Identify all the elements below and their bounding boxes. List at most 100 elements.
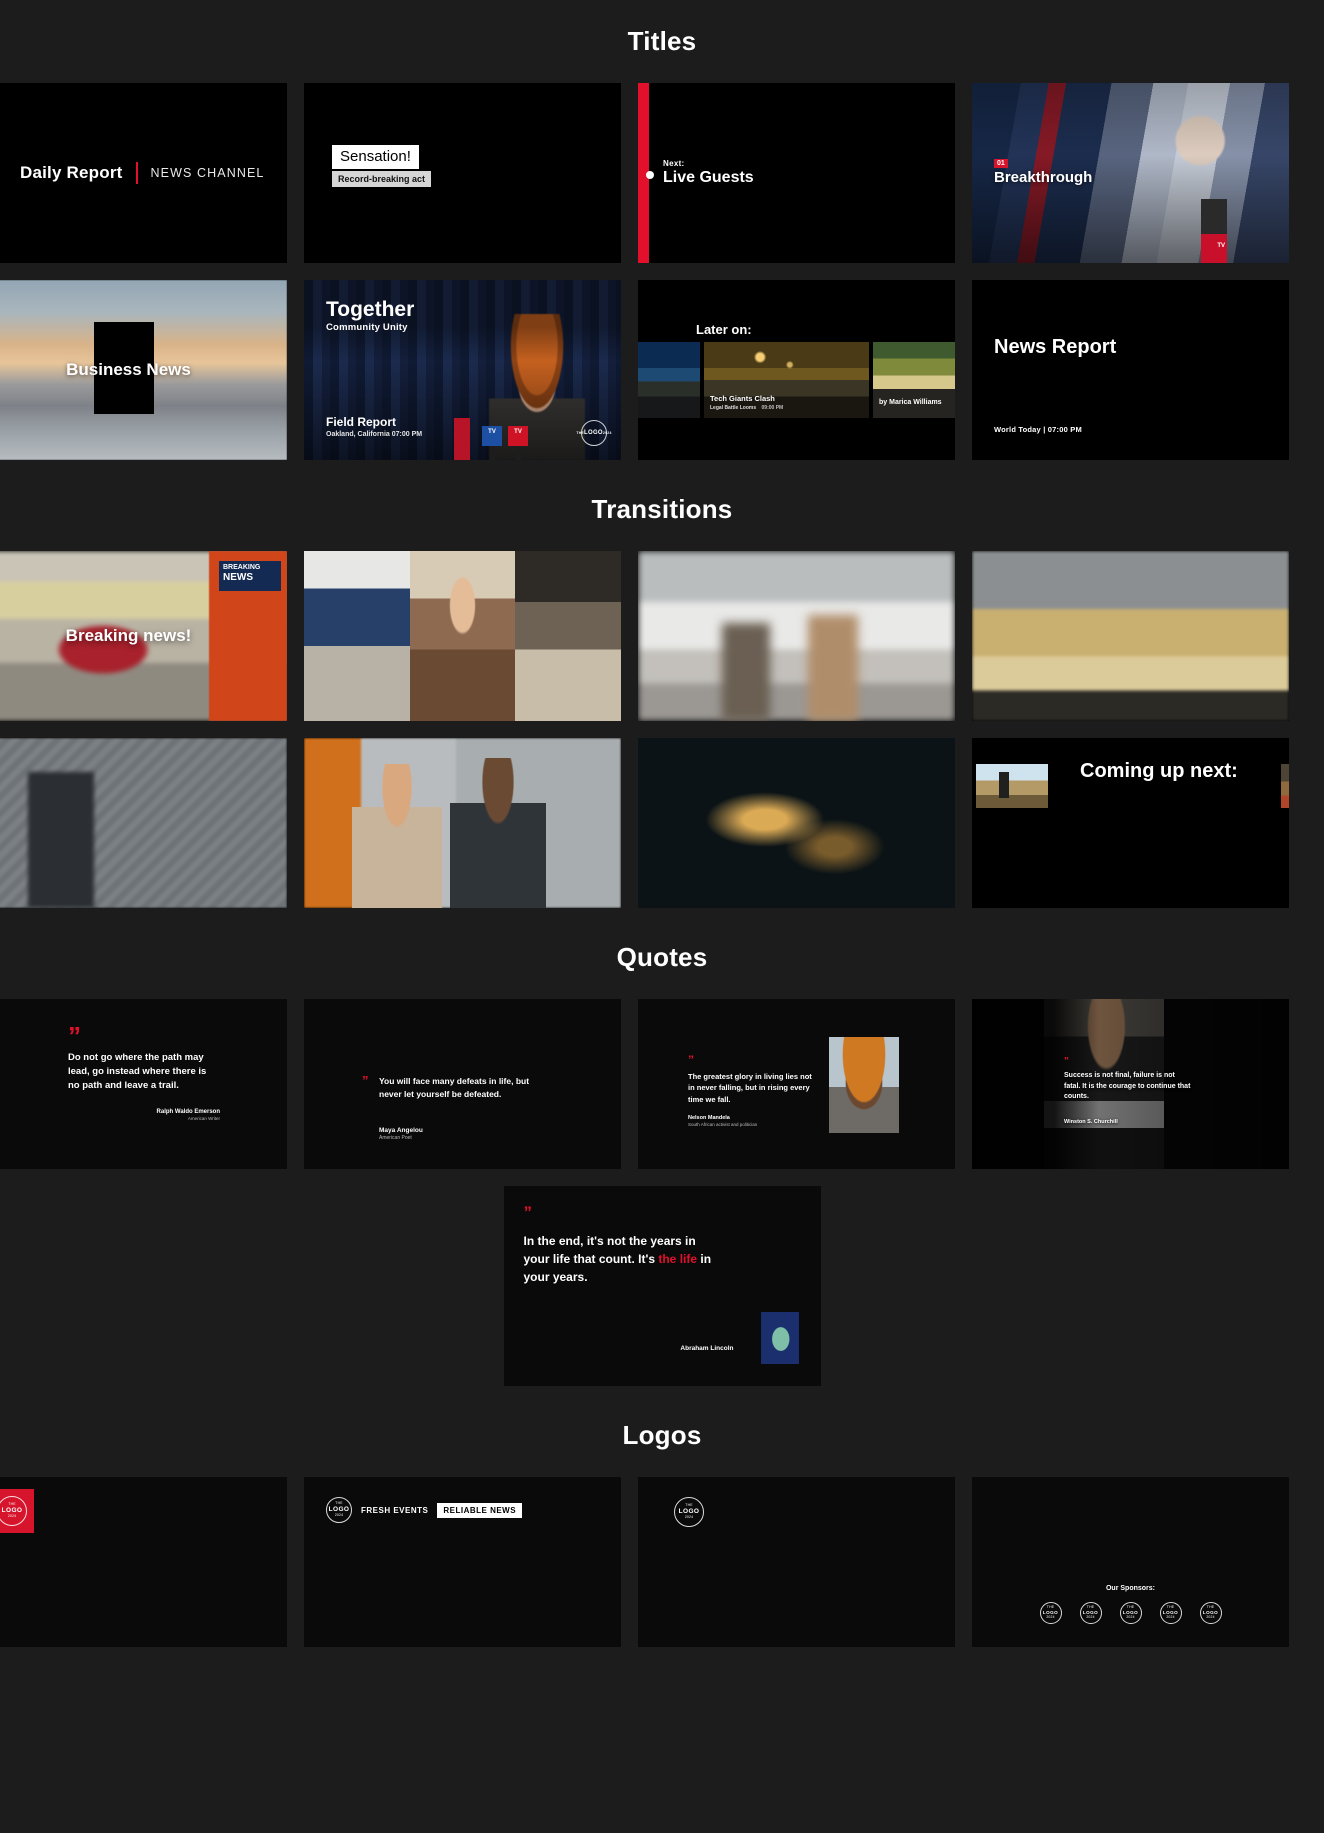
title-card-breakthrough[interactable]: TV 01 Breakthrough	[972, 83, 1289, 263]
transition-card-aerial-night[interactable]	[638, 738, 955, 908]
logo-mark-bottom: 2024	[334, 1513, 344, 1518]
news-report-title: News Report	[994, 336, 1117, 358]
together-footer: Field Report Oakland, California 07:00 P…	[326, 415, 422, 438]
quote-card-emerson[interactable]: ” Do not go where the path may lead, go …	[0, 999, 287, 1169]
logos-grid: THE LOGO 2024 THE LOGO 2024 FRESH EVENTS…	[0, 1477, 1324, 1647]
live-guests-title: Live Guests	[663, 169, 754, 186]
quote-role: South African activist and politician	[688, 1122, 758, 1127]
logo-badge-main: LOGO	[584, 430, 603, 436]
title-card-live-guests[interactable]: Next: Live Guests	[638, 83, 955, 263]
blurred-walking-photo	[638, 551, 955, 721]
logo-mark-bottom: 2024	[1126, 1615, 1135, 1620]
quotes-grid: ” Do not go where the path may lead, go …	[0, 999, 1324, 1169]
microphone-red-tv: TV	[508, 426, 528, 460]
quote-author: Nelson Mandela	[688, 1115, 730, 1121]
daily-report-main-text: Daily Report	[20, 163, 123, 182]
logo-card-centered-mark[interactable]: THE LOGO 2024	[638, 1477, 955, 1647]
logo-mark-bottom: 2024	[1046, 1615, 1055, 1620]
transition-card-city-blur[interactable]	[972, 551, 1289, 721]
title-card-together[interactable]: Together Community Unity TV TV Field Rep…	[304, 280, 621, 460]
bullet-dot-icon	[646, 171, 654, 179]
statue-of-liberty-photo	[760, 1312, 799, 1364]
transition-card-breaking-news[interactable]: BREAKING NEWS Breaking news!	[0, 551, 287, 721]
person-left	[352, 764, 442, 908]
red-divider-bar	[135, 162, 138, 184]
logo-mark-icon: THE LOGO 2024	[0, 1496, 27, 1526]
quote-card-angelou[interactable]: ” You will face many defeats in life, bu…	[304, 999, 621, 1169]
microphone-red	[454, 418, 470, 460]
daily-report-sub-text: NEWS CHANNEL	[150, 166, 265, 180]
quote-card-churchill[interactable]: ” Success is not final, failure is not f…	[972, 999, 1289, 1169]
silhouette-figure	[28, 772, 94, 908]
split-panel-left	[304, 551, 410, 721]
news-report-subtitle: World Today | 07:00 PM	[994, 425, 1082, 434]
transition-card-coming-up-next[interactable]: Coming up next:	[972, 738, 1289, 908]
titles-grid-row2: Business News Together Community Unity T…	[0, 280, 1324, 460]
mic-red-label: TV	[514, 429, 522, 435]
section-heading-titles: Titles	[627, 26, 697, 56]
business-news-title: Business News	[66, 360, 191, 379]
later-center-caption: Tech Giants Clash	[710, 394, 775, 403]
transition-card-blur-walk[interactable]	[638, 551, 955, 721]
microphone-blue-tv: TV	[482, 426, 502, 460]
later-right-caption: by Marica Williams	[879, 399, 942, 406]
quote-author: Maya Angelou	[379, 1127, 423, 1134]
breakthrough-title: Breakthrough	[994, 169, 1093, 186]
later-center-sub: Legal Battle Looms	[710, 405, 757, 411]
logo-card-fresh-events[interactable]: THE LOGO 2024 FRESH EVENTS RELIABLE NEWS	[304, 1477, 621, 1647]
breaking-news-text: Breaking news!	[65, 626, 192, 645]
logo-badge-icon: THE LOGO 2024	[576, 420, 611, 446]
later-thumb-right[interactable]: by Marica Williams	[873, 342, 955, 418]
logo-mark-icon: THE LOGO 2024	[674, 1497, 704, 1527]
van-badge-line2: NEWS	[223, 572, 253, 584]
quote-role: American Poet	[379, 1135, 412, 1141]
quote-card-lincoln[interactable]: ” In the end, it's not the years in your…	[503, 1186, 821, 1386]
sponsor-logo-icon: THE LOGO 2024	[1159, 1602, 1182, 1624]
logo-card-red-square[interactable]: THE LOGO 2024	[0, 1477, 287, 1647]
later-thumb-left[interactable]	[638, 342, 700, 418]
quote-author: Ralph Waldo Emerson	[156, 1109, 220, 1115]
logo-lockup-row: THE LOGO 2024 FRESH EVENTS RELIABLE NEWS	[326, 1497, 523, 1523]
logo-badge-bottom: 2024	[602, 431, 612, 435]
quote-role: American Writer	[187, 1116, 220, 1121]
fresh-events-label: FRESH EVENTS	[361, 1505, 429, 1515]
city-buildings-photo	[972, 551, 1289, 721]
section-heading-logos: Logos	[622, 1420, 702, 1450]
together-title: Together	[326, 298, 415, 321]
quote-text: Success is not final, failure is not fat…	[1064, 1072, 1191, 1100]
together-footer-sub: Oakland, California 07:00 PM	[326, 431, 423, 438]
quote-text-highlight: the life	[658, 1252, 698, 1266]
later-center-time: 09:00 PM	[761, 405, 784, 411]
quote-mark-icon: ”	[362, 1073, 369, 1088]
person-right	[450, 758, 546, 908]
quote-card-mandela[interactable]: ” The greatest glory in living lies not …	[638, 999, 955, 1169]
coming-up-thumb-right	[1281, 764, 1289, 808]
title-card-daily-report[interactable]: Daily Report NEWS CHANNEL	[0, 83, 287, 263]
quote-attribution: Maya Angelou American Poet	[379, 1127, 423, 1141]
sensation-subtitle: Record-breaking act	[332, 171, 432, 187]
logo-mark-bottom: 2024	[684, 1515, 694, 1520]
breakthrough-number-badge: 01	[994, 159, 1008, 168]
quote-mark-icon: ”	[68, 1021, 81, 1051]
together-subtitle: Community Unity	[326, 322, 408, 333]
quote-mark-icon: ”	[1064, 1056, 1069, 1067]
sponsor-logo-icon: THE LOGO 2024	[1039, 1602, 1062, 1624]
title-card-sensation[interactable]: Sensation! Record-breaking act	[304, 83, 621, 263]
reliable-news-label: RELIABLE NEWS	[437, 1502, 523, 1518]
quotes-grid-featured: ” In the end, it's not the years in your…	[0, 1186, 1324, 1386]
transition-card-split-interview[interactable]	[304, 551, 621, 721]
logo-card-sponsors[interactable]: Our Sponsors: THE LOGO 2024 THE LOGO 2024 THE L…	[972, 1477, 1289, 1647]
logo-badge-top: THE	[576, 431, 585, 435]
split-panel-right	[515, 551, 621, 721]
coming-up-next-text: Coming up next:	[1080, 760, 1238, 782]
transition-card-grey-man[interactable]	[0, 738, 287, 908]
van-badge-line1: BREAKING	[223, 564, 261, 571]
title-card-later-on[interactable]: Later on: Tech Giants Clash Legal Battle…	[638, 280, 955, 460]
transition-card-two-professionals[interactable]	[304, 738, 621, 908]
live-guests-lockup: Next: Live Guests	[663, 159, 754, 187]
microphone-label: TV	[1217, 243, 1225, 249]
sponsor-logo-icon: THE LOGO 2024	[1119, 1602, 1142, 1624]
title-card-business-news[interactable]: Business News	[0, 280, 287, 460]
later-thumb-center[interactable]: Tech Giants Clash Legal Battle Looms 09:…	[704, 342, 869, 418]
title-card-news-report[interactable]: News Report World Today | 07:00 PM	[972, 280, 1289, 460]
